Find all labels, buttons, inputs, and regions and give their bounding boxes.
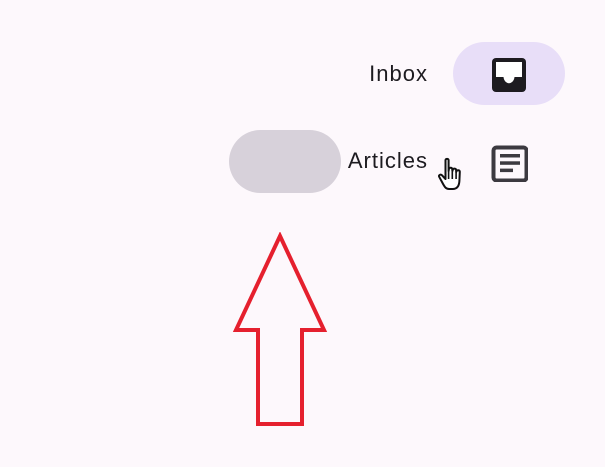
nav-item-articles[interactable]: Articles: [0, 129, 605, 193]
hand-pointer-icon: [438, 157, 461, 190]
up-arrow-icon: [232, 232, 328, 426]
inbox-icon: [492, 58, 526, 92]
nav-item-label: Articles: [347, 148, 428, 173]
nav-item-inbox[interactable]: Inbox: [0, 42, 605, 106]
nav-item-label: Inbox: [369, 61, 428, 86]
article-icon: [491, 145, 528, 182]
state-layer-indicator: [229, 130, 341, 193]
